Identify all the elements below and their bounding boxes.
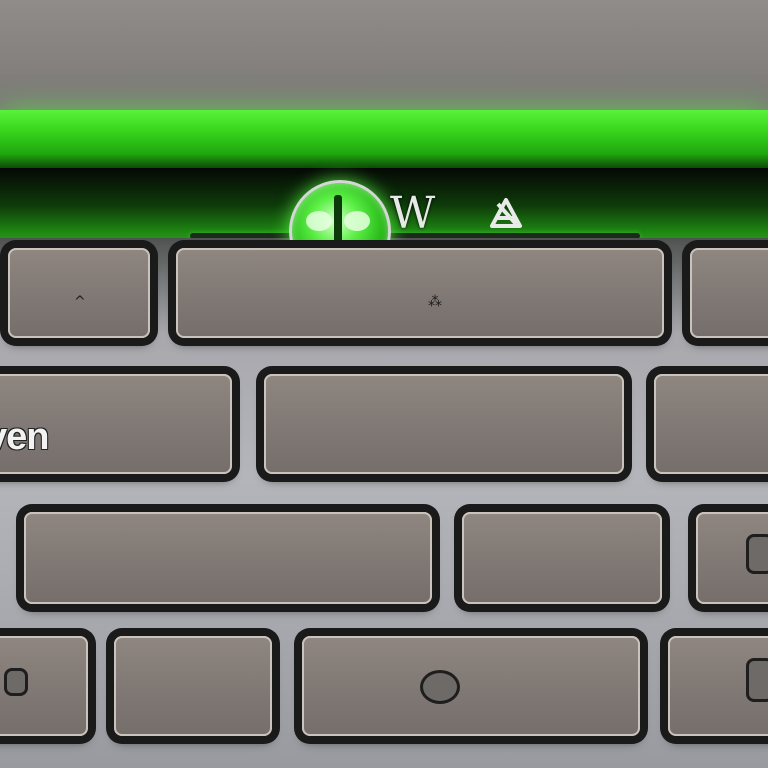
key-row1-left[interactable]: ^ [8,248,150,338]
key-row1-wide[interactable]: ⁂ [176,248,664,338]
key-row4-mid[interactable] [114,636,272,736]
laptop-photo: W ^ ⁂ ven [0,0,768,768]
key-glyph: ⁂ [428,294,442,310]
lock-icon [746,658,768,702]
brand-label: ven [0,416,49,458]
key-row1-right[interactable] [690,248,768,338]
wireless-indicator: W [390,188,435,239]
laptop-lid [0,0,768,112]
key-row4-wide[interactable] [302,636,640,736]
camera-icon [420,670,460,704]
camera-icon [4,668,28,696]
key-row2-wide[interactable] [264,374,624,474]
key-row3-wide[interactable] [24,512,432,604]
key-row3-mid[interactable] [462,512,662,604]
green-light-bar [0,110,768,168]
key-row2-right[interactable] [654,374,768,474]
lock-icon [746,534,768,574]
key-row4-left[interactable] [0,636,88,736]
key-row3-right[interactable] [696,512,768,604]
key-glyph: ^ [74,294,86,310]
mute-icon [490,198,522,228]
key-row2-brand[interactable]: ven [0,374,232,474]
key-row4-right[interactable] [668,636,768,736]
